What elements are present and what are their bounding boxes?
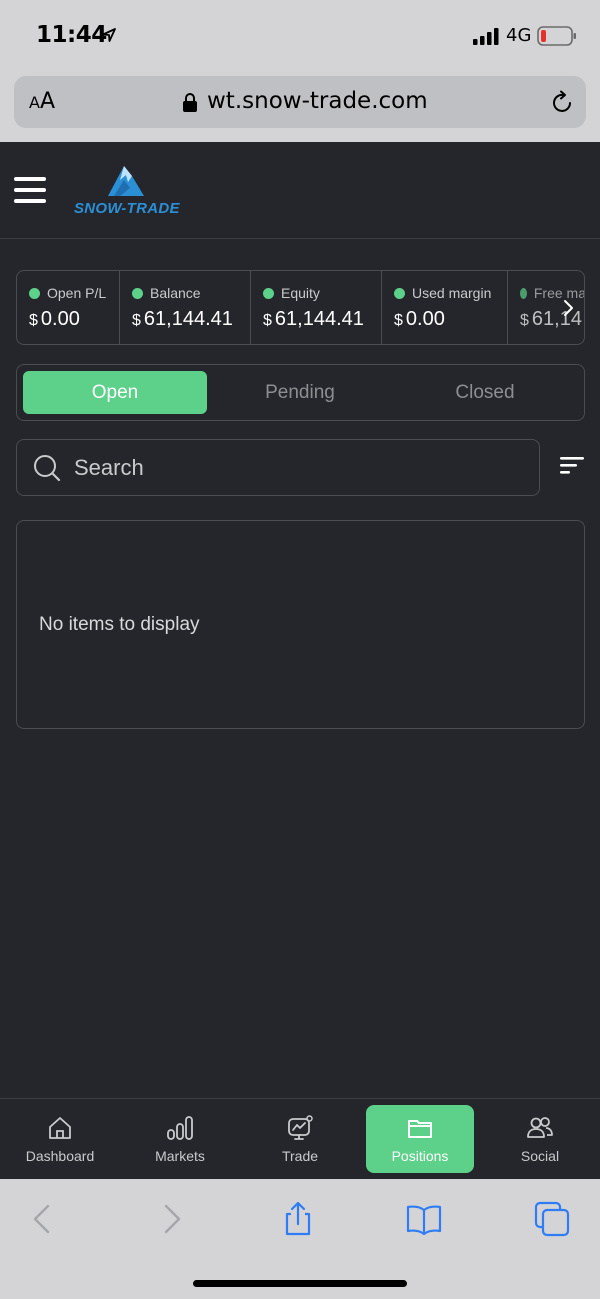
filter-icon[interactable] — [560, 456, 584, 474]
people-icon — [527, 1117, 553, 1138]
nav-label: Positions — [391, 1148, 449, 1164]
status-dot — [132, 287, 143, 299]
position-tabs: Open Pending Closed — [16, 364, 585, 421]
nav-label: Trade — [281, 1148, 319, 1164]
summary-balance: Balance $61,144.41 — [120, 271, 251, 344]
nav-markets[interactable]: Markets — [126, 1105, 234, 1173]
account-summary: Open P/L $0.00 Balance $61,144.41 Equity… — [16, 270, 585, 345]
tab-pending[interactable]: Pending — [208, 371, 392, 414]
status-dot — [263, 287, 274, 299]
battery-low-icon — [537, 26, 576, 46]
summary-currency: $ — [132, 312, 141, 329]
network-type: 4G — [506, 25, 532, 46]
summary-value: 61,14 — [531, 308, 582, 330]
bookmarks-icon[interactable] — [406, 1201, 442, 1237]
nav-positions[interactable]: Positions — [366, 1105, 474, 1173]
address-bar[interactable]: AA wt.snow-trade.com — [14, 76, 586, 128]
nav-label: Social — [520, 1148, 560, 1164]
summary-value: 61,144.41 — [274, 308, 364, 330]
share-icon[interactable] — [280, 1201, 316, 1237]
back-arrow-icon[interactable] — [24, 1201, 60, 1237]
summary-label: Used margin — [412, 285, 492, 301]
status-dot — [394, 287, 405, 299]
app-header: SNOW-TRADE — [0, 142, 600, 239]
summary-label: Open P/L — [47, 285, 107, 301]
safari-toolbar — [0, 1179, 600, 1299]
search-input[interactable] — [74, 452, 514, 484]
browser-address-area: AA wt.snow-trade.com — [0, 72, 600, 142]
summary-equity: Equity $61,144.41 — [251, 271, 382, 344]
nav-dashboard[interactable]: Dashboard — [6, 1105, 114, 1173]
status-time: 11:44 — [36, 22, 107, 48]
text-size-button[interactable]: AA — [29, 89, 55, 114]
summary-value: 0.00 — [405, 308, 445, 330]
summary-label: Balance — [150, 285, 201, 301]
location-arrow-icon — [102, 28, 116, 42]
summary-open-pl: Open P/L $0.00 — [17, 271, 120, 344]
summary-currency: $ — [520, 312, 529, 329]
folder-icon — [408, 1120, 432, 1138]
trade-chart-icon — [288, 1115, 313, 1140]
search-box — [16, 439, 540, 496]
empty-message: No items to display — [39, 614, 200, 635]
summary-currency: $ — [263, 312, 272, 329]
nav-trade[interactable]: Trade — [246, 1105, 354, 1173]
nav-label: Dashboard — [25, 1148, 95, 1164]
tabs-icon[interactable] — [534, 1201, 570, 1237]
status-bar: 11:44 4G — [0, 0, 600, 72]
reload-icon[interactable] — [550, 90, 574, 114]
summary-label: Equity — [281, 285, 320, 301]
signal-bars-icon — [473, 28, 499, 45]
summary-value: 61,144.41 — [143, 308, 233, 330]
bar-chart-icon — [167, 1116, 193, 1140]
tab-closed[interactable]: Closed — [393, 371, 577, 414]
logo-text: SNOW-TRADE — [74, 200, 180, 217]
mountain-logo-icon — [108, 166, 144, 196]
home-indicator[interactable] — [193, 1280, 407, 1287]
summary-label: Free ma — [533, 285, 585, 301]
nav-label: Markets — [155, 1148, 205, 1164]
hamburger-menu-icon[interactable] — [14, 177, 46, 203]
tab-open[interactable]: Open — [23, 371, 207, 414]
status-dot — [29, 287, 40, 299]
status-dot — [520, 287, 527, 299]
nav-social[interactable]: Social — [486, 1105, 594, 1173]
url-text[interactable]: wt.snow-trade.com — [207, 88, 428, 114]
brand-logo[interactable]: SNOW-TRADE — [74, 162, 184, 220]
summary-value: 0.00 — [40, 308, 80, 330]
chevron-right-icon[interactable] — [562, 299, 574, 317]
bottom-nav: Dashboard Markets Trade Positions Social — [0, 1098, 600, 1179]
summary-currency: $ — [394, 312, 403, 329]
summary-currency: $ — [29, 312, 38, 329]
forward-arrow-icon[interactable] — [154, 1201, 190, 1237]
home-icon — [49, 1117, 71, 1139]
positions-list: No items to display — [16, 520, 585, 729]
summary-used-margin: Used margin $0.00 — [382, 271, 508, 344]
lock-icon — [183, 93, 197, 112]
search-icon — [34, 455, 61, 482]
